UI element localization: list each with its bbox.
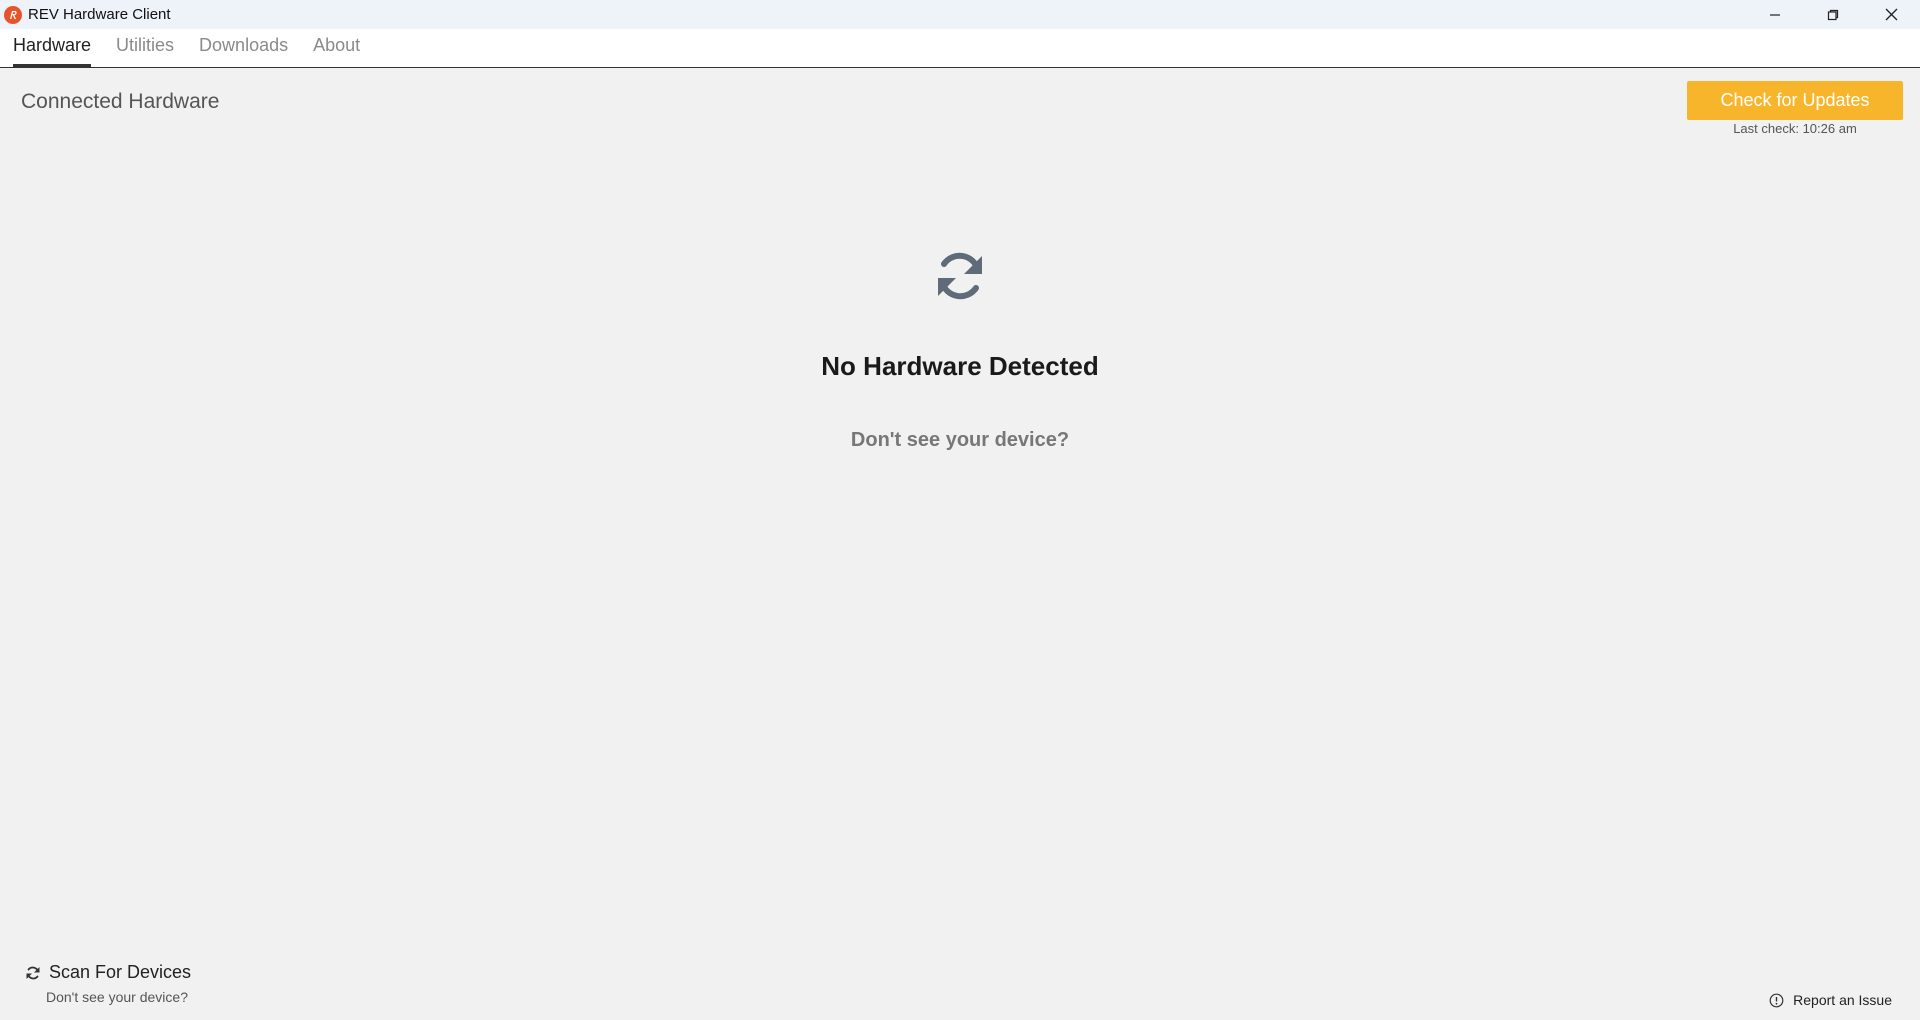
window-title: REV Hardware Client — [28, 6, 171, 23]
last-check-text: Last check: 10:26 am — [1733, 121, 1857, 136]
close-button[interactable] — [1862, 0, 1920, 29]
report-issue-button[interactable]: Report an Issue — [1769, 992, 1892, 1008]
window-controls — [1746, 0, 1920, 29]
info-circle-icon — [1769, 993, 1784, 1007]
tab-utilities[interactable]: Utilities — [116, 35, 174, 67]
tab-downloads[interactable]: Downloads — [199, 35, 288, 67]
minimize-button[interactable] — [1746, 0, 1804, 29]
tab-about[interactable]: About — [313, 35, 360, 67]
scan-help-link[interactable]: Don't see your device? — [46, 989, 188, 1005]
check-updates-button[interactable]: Check for Updates — [1687, 81, 1903, 120]
restore-icon — [1827, 9, 1839, 20]
restore-button[interactable] — [1804, 0, 1862, 29]
scan-devices-button[interactable]: Scan For Devices — [25, 962, 191, 983]
tab-bar: Hardware Utilities Downloads About — [0, 29, 1920, 68]
scan-devices-label: Scan For Devices — [49, 962, 192, 982]
empty-state-help-link[interactable]: Don't see your device? — [0, 429, 1920, 452]
tab-hardware[interactable]: Hardware — [13, 35, 92, 67]
close-icon — [1885, 8, 1897, 21]
sync-icon — [938, 252, 982, 300]
rev-logo-icon — [4, 5, 22, 24]
minimize-icon — [1770, 13, 1780, 16]
sync-icon — [26, 966, 40, 979]
title-bar: REV Hardware Client — [0, 0, 1920, 29]
report-issue-label: Report an Issue — [1793, 992, 1892, 1008]
page-title: Connected Hardware — [21, 90, 220, 113]
empty-state-title: No Hardware Detected — [821, 351, 1099, 381]
